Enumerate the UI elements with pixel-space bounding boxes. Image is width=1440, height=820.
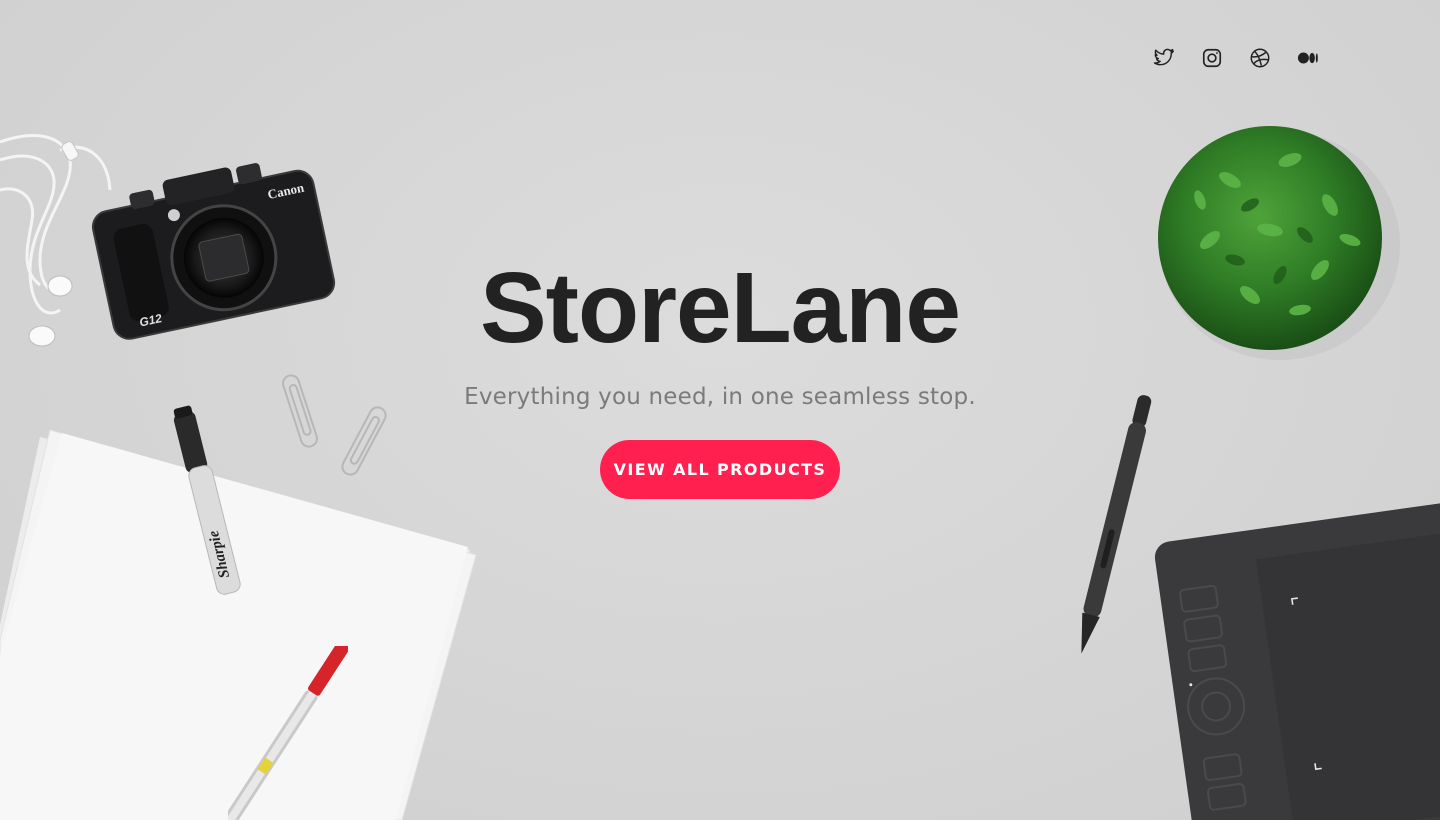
site-title: StoreLane bbox=[479, 252, 961, 364]
twitter-icon[interactable] bbox=[1152, 46, 1176, 70]
social-links bbox=[1152, 46, 1320, 70]
medium-icon[interactable] bbox=[1296, 46, 1320, 70]
hero-section: Canon G12 Sharpie StoreLane Everything y… bbox=[0, 0, 1440, 820]
drawing-tablet-image bbox=[1154, 499, 1440, 820]
instagram-icon[interactable] bbox=[1200, 46, 1224, 70]
red-pen-image bbox=[228, 646, 348, 820]
hero-content: StoreLane Everything you need, in one se… bbox=[0, 254, 1440, 499]
dribbble-icon[interactable] bbox=[1248, 46, 1272, 70]
view-all-products-button[interactable]: VIEW ALL PRODUCTS bbox=[599, 440, 841, 499]
tagline: Everything you need, in one seamless sto… bbox=[464, 384, 976, 410]
